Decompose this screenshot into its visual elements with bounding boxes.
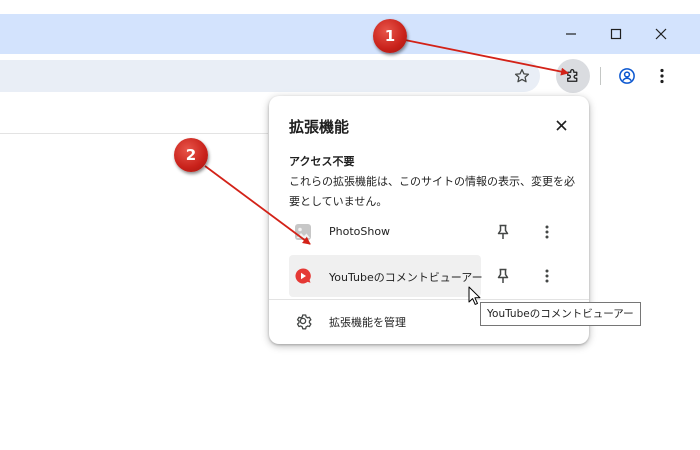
toolbar-divider bbox=[600, 67, 601, 85]
more-options-button[interactable] bbox=[537, 222, 557, 242]
kebab-menu-icon bbox=[545, 225, 549, 239]
gear-icon bbox=[293, 311, 313, 331]
profile-button[interactable] bbox=[616, 65, 638, 87]
extension-item-youtube-comment-viewer[interactable]: YouTubeのコメントビューアー bbox=[289, 255, 483, 297]
chrome-menu-button[interactable] bbox=[652, 65, 672, 87]
puzzle-icon bbox=[567, 69, 578, 82]
callout-badge-1: 1 bbox=[373, 19, 407, 53]
pin-icon bbox=[497, 268, 509, 283]
minimize-icon bbox=[566, 33, 576, 35]
popup-close-button[interactable] bbox=[551, 115, 571, 135]
youtube-comment-icon bbox=[293, 266, 313, 286]
page-content-divider bbox=[0, 133, 268, 134]
toolbar bbox=[0, 54, 700, 98]
close-window-button[interactable] bbox=[638, 14, 684, 54]
more-options-button[interactable] bbox=[537, 266, 557, 286]
section-description: これらの拡張機能は、このサイトの情報の表示、変更を必要としていません。 bbox=[289, 175, 575, 208]
extensions-button[interactable] bbox=[556, 59, 590, 93]
kebab-menu-icon bbox=[660, 68, 664, 84]
pin-button[interactable] bbox=[493, 266, 513, 286]
profile-icon bbox=[619, 68, 635, 84]
pin-button[interactable] bbox=[493, 222, 513, 242]
close-icon bbox=[655, 28, 667, 40]
close-icon bbox=[555, 119, 567, 131]
address-bar[interactable] bbox=[0, 60, 540, 92]
callout-badge-2: 2 bbox=[174, 138, 208, 172]
star-icon bbox=[514, 68, 530, 83]
maximize-icon bbox=[610, 28, 622, 40]
extension-item-photoshow[interactable]: PhotoShow bbox=[289, 211, 569, 253]
manage-extensions-label: 拡張機能を管理 bbox=[329, 316, 406, 329]
extension-name: YouTubeのコメントビューアー bbox=[329, 271, 483, 284]
photo-icon bbox=[293, 222, 313, 242]
popup-title: 拡張機能 bbox=[289, 118, 350, 136]
kebab-menu-icon bbox=[545, 269, 549, 283]
maximize-button[interactable] bbox=[593, 14, 639, 54]
tooltip: YouTubeのコメントビューアー bbox=[480, 302, 641, 326]
mouse-cursor-icon bbox=[468, 286, 481, 305]
pin-icon bbox=[497, 224, 509, 239]
section-title: アクセス不要 bbox=[289, 155, 355, 168]
popup-divider bbox=[269, 299, 589, 300]
bookmark-star-button[interactable] bbox=[512, 66, 532, 86]
minimize-button[interactable] bbox=[548, 14, 594, 54]
extension-name: PhotoShow bbox=[329, 225, 391, 238]
